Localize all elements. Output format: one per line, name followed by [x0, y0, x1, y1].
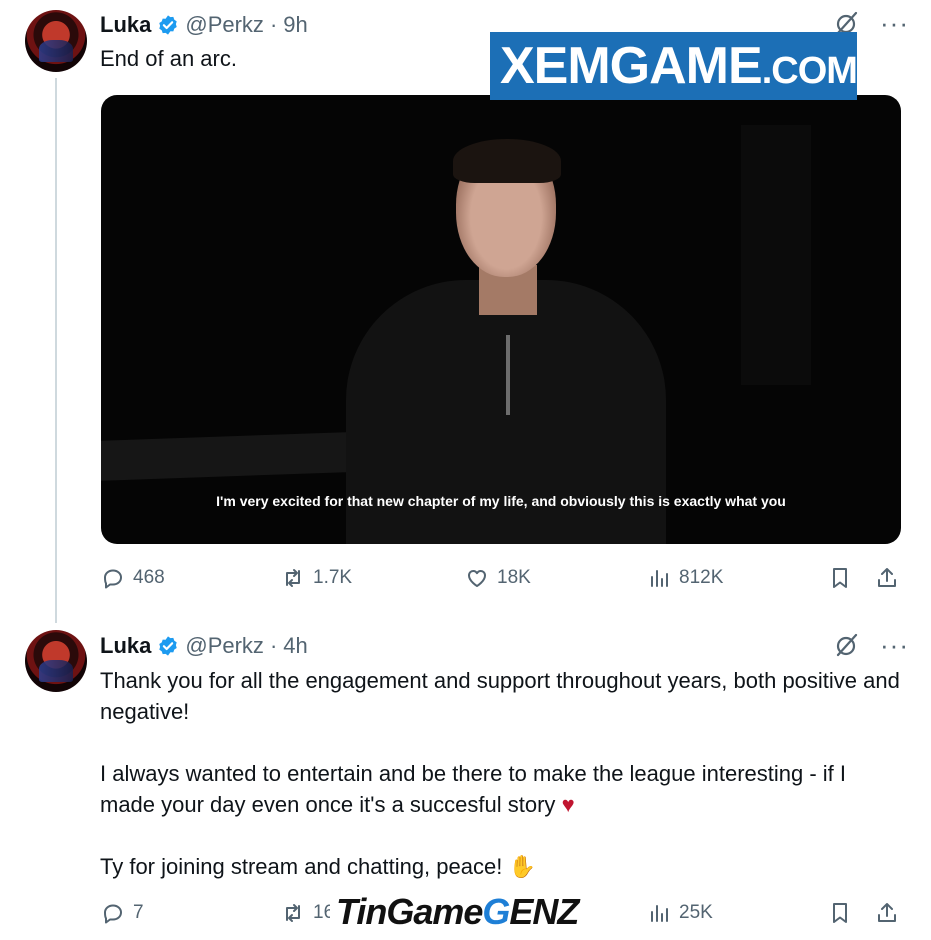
bookmark-button[interactable] [828, 901, 852, 925]
reply-button[interactable]: 468 [101, 566, 165, 590]
reply-button[interactable]: 7 [101, 901, 144, 925]
tweet-paragraph-text: Ty for joining stream and chatting, peac… [100, 854, 503, 879]
user-handle[interactable]: @Perkz [185, 633, 264, 659]
separator-dot: · [269, 633, 278, 658]
display-name[interactable]: Luka [100, 633, 151, 659]
grok-icon[interactable] [834, 632, 860, 658]
more-options-icon[interactable]: ··· [880, 632, 909, 658]
retweet-count: 1.7K [313, 567, 353, 588]
tweet-paragraph: I always wanted to entertain and be ther… [100, 758, 900, 820]
views-button[interactable]: 812K [647, 566, 723, 590]
retweet-button[interactable]: 16 [281, 901, 334, 925]
video-subtitle: I'm very excited for that new chapter of… [216, 493, 786, 509]
avatar[interactable] [25, 630, 87, 692]
reply-icon [104, 569, 122, 589]
like-button[interactable]: 18K [465, 566, 531, 590]
tweet-top-actions: ··· [834, 632, 909, 658]
bookmark-icon [833, 903, 847, 923]
views-count: 25K [679, 902, 713, 923]
logo-part: ENZ [509, 891, 579, 932]
share-icon [878, 568, 896, 587]
reply-count: 468 [133, 567, 165, 588]
share-icon [878, 903, 896, 922]
background-shape [741, 125, 811, 385]
like-count: 18K [497, 567, 531, 588]
separator-dot: · [269, 12, 278, 37]
views-button[interactable]: 25K [647, 901, 713, 925]
share-button[interactable] [875, 901, 899, 925]
thread-view: Luka @Perkz · 9h ··· End of an arc. I'm … [0, 0, 931, 940]
watermark-suffix: .COM [761, 50, 858, 92]
person-zipper [506, 335, 510, 415]
retweet-button[interactable]: 1.7K [281, 566, 352, 590]
xemgame-watermark-logo: XEMGAME.COM [490, 32, 858, 100]
thread-connector-line [55, 78, 57, 623]
tweet-header: Luka @Perkz · 4h [100, 633, 308, 659]
tweet-paragraph-text: I always wanted to entertain and be ther… [100, 761, 847, 817]
reply-count: 7 [133, 902, 144, 923]
tingamegenz-watermark-logo: TinGameGENZ [330, 890, 585, 934]
bookmark-button[interactable] [828, 566, 852, 590]
verified-badge-icon [159, 636, 178, 656]
tweet-header: Luka @Perkz · 9h [100, 12, 308, 38]
video-player[interactable]: I'm very excited for that new chapter of… [101, 95, 901, 544]
tweet-actions-bar: 468 1.7K 18K 812K [101, 566, 901, 596]
timestamp[interactable]: 9h [283, 12, 307, 38]
retweet-icon [286, 904, 300, 922]
timestamp[interactable]: 4h [283, 633, 307, 659]
raised-hand-emoji: ✋ [508, 854, 536, 879]
verified-badge-icon [159, 15, 178, 35]
avatar[interactable] [25, 10, 87, 72]
logo-part: TinGame [336, 891, 483, 932]
tweet-paragraph: Ty for joining stream and chatting, peac… [100, 851, 900, 882]
views-count: 812K [679, 567, 724, 588]
views-chart-icon [651, 570, 668, 587]
heart-icon [468, 570, 486, 587]
views-chart-icon [651, 905, 668, 922]
bookmark-icon [833, 568, 847, 588]
share-button[interactable] [875, 566, 899, 590]
tweet-text: Thank you for all the engagement and sup… [100, 665, 900, 882]
person-hair [453, 139, 561, 183]
display-name[interactable]: Luka [100, 12, 151, 38]
more-options-icon[interactable]: ··· [880, 10, 909, 36]
logo-part-accent: G [482, 891, 510, 932]
reply-icon [104, 904, 122, 924]
watermark-main: XEMGAME [500, 37, 763, 95]
retweet-icon [286, 569, 300, 587]
tweet-paragraph: Thank you for all the engagement and sup… [100, 668, 900, 724]
red-heart-emoji: ♥ [561, 792, 575, 817]
user-handle[interactable]: @Perkz [185, 12, 264, 38]
